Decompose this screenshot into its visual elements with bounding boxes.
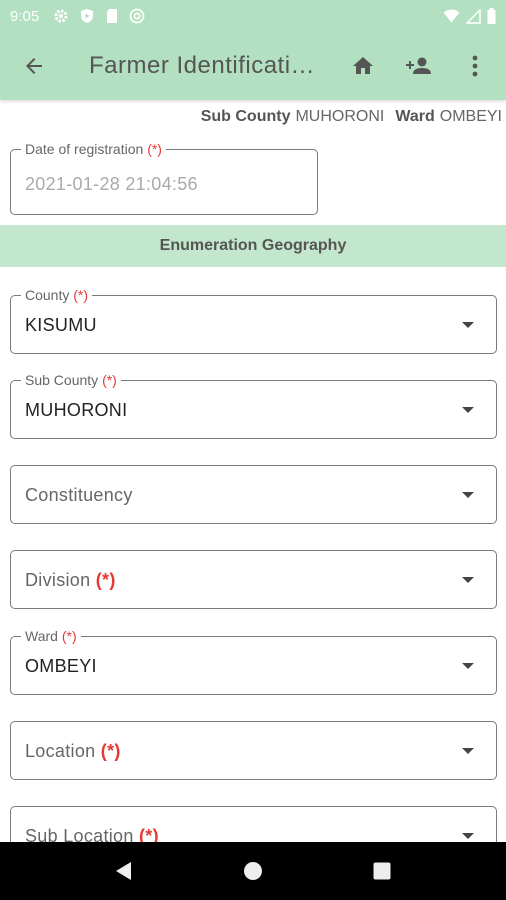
nav-back-button[interactable] <box>104 851 144 891</box>
location-dropdown[interactable]: Location (*) <box>10 721 497 780</box>
constituency-dropdown[interactable]: Constituency <box>10 465 497 524</box>
required-marker: (*) <box>147 141 162 157</box>
constituency-placeholder: Constituency <box>25 485 133 505</box>
division-dropdown[interactable]: Division (*) <box>10 550 497 609</box>
required-marker: (*) <box>61 628 77 644</box>
date-of-registration-field[interactable]: Date of registration (*) 2021-01-28 21:0… <box>10 141 318 215</box>
gear-icon <box>53 8 69 24</box>
add-farmer-button[interactable] <box>394 41 444 91</box>
dropdown-arrow-icon <box>462 577 474 583</box>
section-header-enumeration-geography: Enumeration Geography <box>0 225 506 267</box>
app-bar: Farmer Identificati… <box>0 32 506 100</box>
nav-home-button[interactable] <box>233 851 273 891</box>
add-person-icon <box>406 57 431 74</box>
ward-value: OMBEYI <box>25 656 97 676</box>
at-sign-icon <box>129 8 145 24</box>
dropdown-arrow-icon <box>462 322 474 328</box>
dropdown-arrow-icon <box>462 833 474 839</box>
ward-dropdown[interactable]: Ward (*) OMBEYI <box>10 628 497 695</box>
app-bar-actions <box>332 41 500 91</box>
ward-label-text: Ward <box>25 628 58 644</box>
more-vert-icon <box>472 55 478 77</box>
ward-label: Ward (*) <box>21 628 81 644</box>
ward-summary-value: OMBEYI <box>439 108 502 125</box>
required-marker: (*) <box>73 287 89 303</box>
sub-county-summary-value: MUHORONI <box>295 108 385 125</box>
county-label: County (*) <box>21 287 93 303</box>
county-value: KISUMU <box>25 315 97 335</box>
arrow-left-icon <box>26 58 42 74</box>
dropdown-arrow-icon <box>462 407 474 413</box>
status-icons-right <box>443 8 496 24</box>
home-circle-icon <box>243 862 262 880</box>
date-of-registration-label: Date of registration (*) <box>21 141 166 157</box>
home-icon <box>353 57 373 74</box>
home-button[interactable] <box>338 41 388 91</box>
more-options-button[interactable] <box>450 41 500 91</box>
required-marker: (*) <box>100 741 121 761</box>
back-button[interactable] <box>9 41 59 91</box>
sub-county-value: MUHORONI <box>25 400 128 420</box>
location-placeholder: Location (*) <box>25 741 121 762</box>
location-placeholder-text: Location <box>25 741 96 761</box>
county-label-text: County <box>25 287 70 303</box>
battery-icon <box>487 8 496 24</box>
location-summary: Sub County MUHORONI Ward OMBEYI <box>201 106 502 128</box>
dropdown-arrow-icon <box>462 663 474 669</box>
dropdown-arrow-icon <box>462 492 474 498</box>
cell-signal-icon <box>466 8 481 24</box>
shield-play-icon <box>79 8 95 24</box>
back-triangle-icon <box>116 862 132 880</box>
sub-county-label-text: Sub County <box>25 372 99 388</box>
status-icons-left <box>53 8 145 24</box>
nav-recents-button[interactable] <box>362 851 402 891</box>
required-marker: (*) <box>102 372 117 388</box>
county-dropdown[interactable]: County (*) KISUMU <box>10 287 497 354</box>
wifi-icon <box>443 9 460 23</box>
required-marker: (*) <box>95 570 116 590</box>
dropdown-arrow-icon <box>462 748 474 754</box>
sd-card-icon <box>105 8 119 24</box>
sub-county-dropdown[interactable]: Sub County (*) MUHORONI <box>10 372 497 439</box>
page-title: Farmer Identificati… <box>89 52 316 79</box>
ward-summary-label: Ward <box>395 108 435 125</box>
sub-county-summary-label: Sub County <box>200 108 291 125</box>
system-nav-bar <box>0 842 506 900</box>
status-bar: 9:05 <box>0 0 506 32</box>
date-of-registration-value: 2021-01-28 21:04:56 <box>25 174 198 194</box>
division-placeholder-text: Division <box>25 570 91 590</box>
division-placeholder: Division (*) <box>25 570 116 591</box>
sub-county-label: Sub County (*) <box>21 372 121 388</box>
recents-square-icon <box>373 862 391 880</box>
date-label-text: Date of registration <box>25 141 144 157</box>
status-time: 9:05 <box>10 7 40 25</box>
